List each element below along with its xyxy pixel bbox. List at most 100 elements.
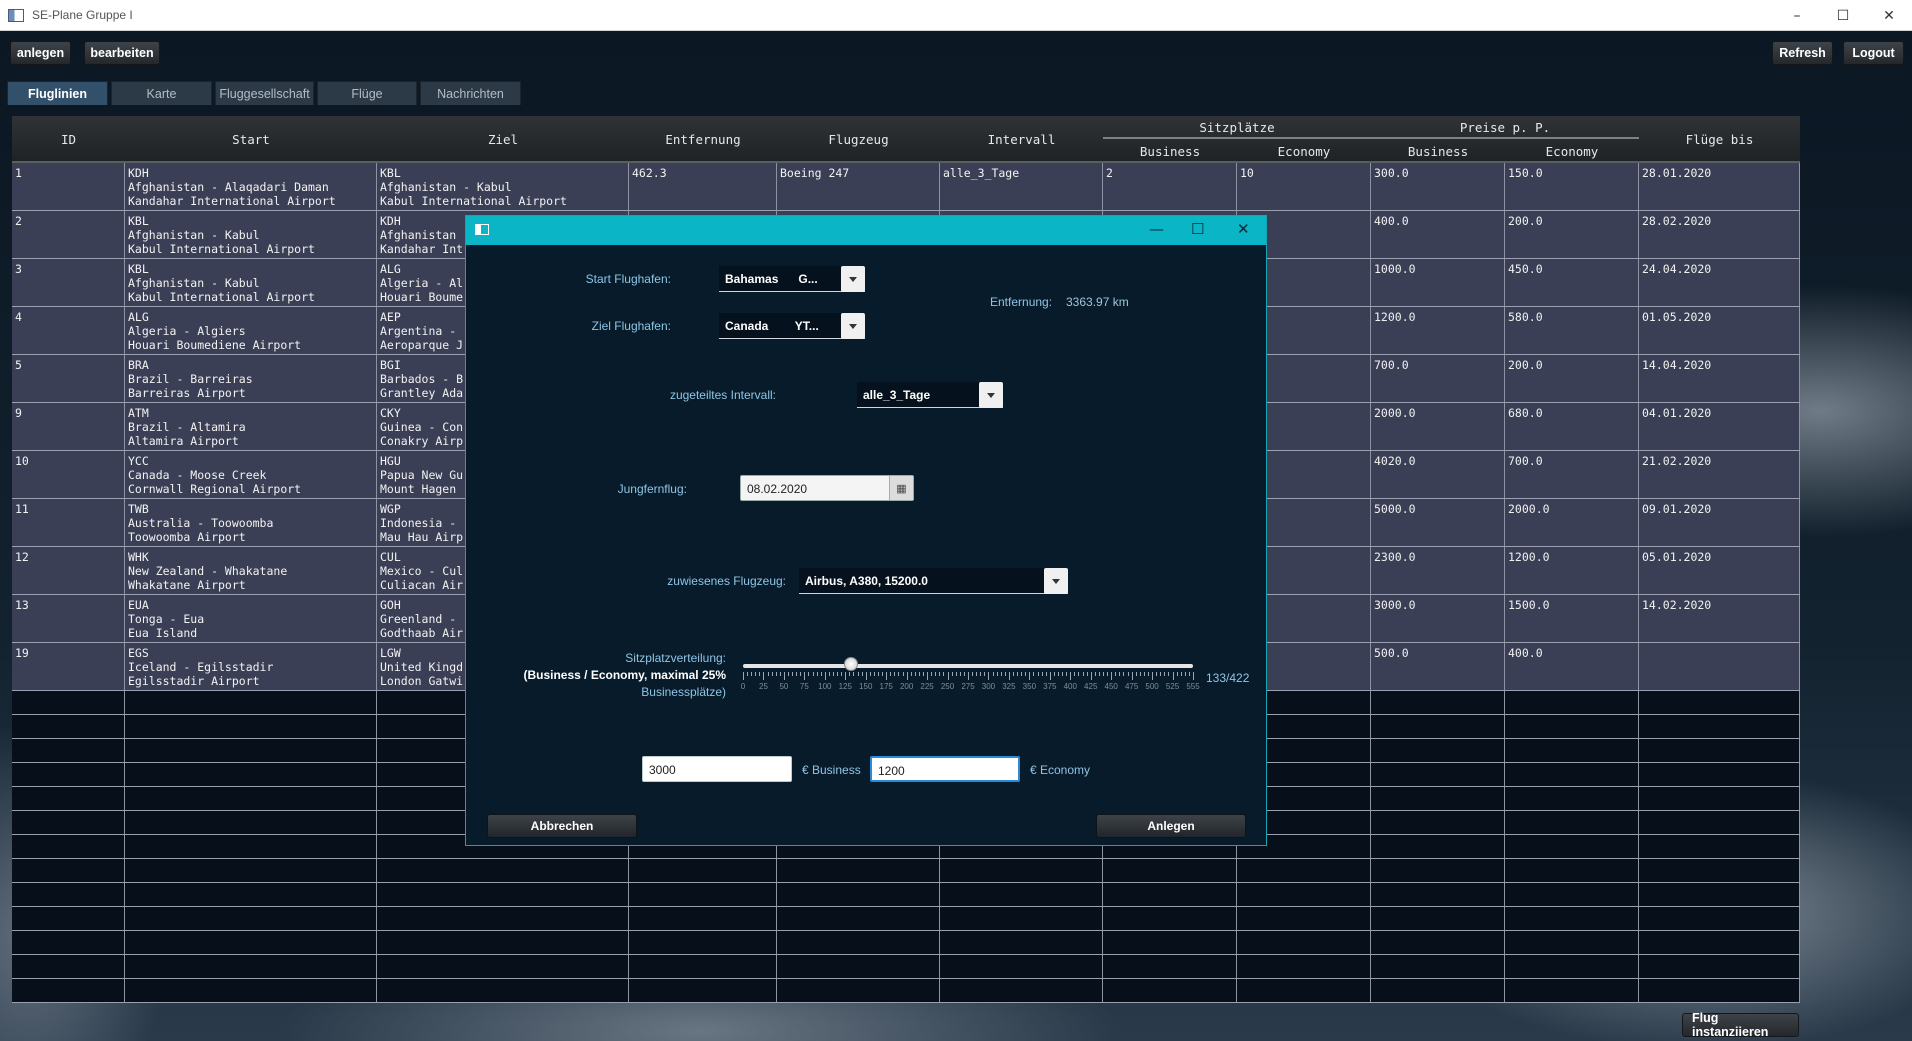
instantiate-flight-button[interactable]: Flug instanziieren bbox=[1682, 1011, 1799, 1039]
start-airport-combo[interactable]: Bahamas G... bbox=[719, 266, 865, 292]
empty-table-row[interactable] bbox=[12, 907, 1800, 931]
col-flugzeug[interactable]: Flugzeug bbox=[777, 132, 940, 147]
empty-cell bbox=[777, 979, 940, 1002]
slider-tick bbox=[1119, 672, 1121, 676]
empty-cell bbox=[1639, 907, 1800, 930]
cell-start: BRA Brazil - Barreiras Barreiras Airport bbox=[125, 355, 377, 402]
tab-fluglinien[interactable]: Fluglinien bbox=[7, 81, 108, 105]
empty-table-row[interactable] bbox=[12, 931, 1800, 955]
slider-tick-label: 450 bbox=[1104, 682, 1118, 691]
chevron-down-icon[interactable] bbox=[979, 382, 1003, 408]
empty-cell bbox=[125, 763, 377, 786]
slider-tick bbox=[1070, 672, 1072, 680]
slider-tick bbox=[947, 672, 949, 680]
cell-price-economy: 450.0 bbox=[1505, 259, 1639, 306]
dialog-minimize-icon[interactable]: — bbox=[1149, 220, 1164, 238]
slider-tick-label: 50 bbox=[779, 682, 789, 691]
empty-cell bbox=[1371, 787, 1505, 810]
col-entfernung[interactable]: Entfernung bbox=[629, 132, 777, 147]
chevron-down-icon[interactable] bbox=[841, 313, 865, 339]
slider-tick-label: 125 bbox=[838, 682, 852, 691]
maiden-flight-datepicker[interactable]: 08.02.2020 ▦ bbox=[740, 475, 914, 501]
logout-button[interactable]: Logout bbox=[1843, 41, 1904, 65]
col-group-preise: Preise p. P. bbox=[1459, 120, 1551, 135]
tab-nachrichten[interactable]: Nachrichten bbox=[420, 81, 521, 105]
slider-tick bbox=[918, 672, 920, 676]
calendar-icon[interactable]: ▦ bbox=[889, 476, 913, 500]
interval-combo[interactable]: alle_3_Tage bbox=[857, 382, 1003, 408]
empty-cell bbox=[777, 931, 940, 954]
col-start[interactable]: Start bbox=[125, 132, 377, 147]
slider-tick bbox=[751, 672, 753, 676]
chevron-down-icon[interactable] bbox=[841, 266, 865, 292]
cell-start: KBL Afghanistan - Kabul Kabul Internatio… bbox=[125, 259, 377, 306]
empty-cell bbox=[1371, 955, 1505, 978]
empty-cell bbox=[125, 811, 377, 834]
tab-karte[interactable]: Karte bbox=[111, 81, 212, 105]
slider-tick bbox=[743, 672, 744, 680]
col-fluege-bis[interactable]: Flüge bis bbox=[1639, 132, 1800, 147]
slider-thumb[interactable] bbox=[844, 657, 858, 671]
empty-table-row[interactable] bbox=[12, 859, 1800, 883]
cell-price-economy: 200.0 bbox=[1505, 355, 1639, 402]
empty-table-row[interactable] bbox=[12, 955, 1800, 979]
slider-tick bbox=[808, 672, 810, 676]
cell-start: TWB Australia - Toowoomba Toowoomba Airp… bbox=[125, 499, 377, 546]
cell-id: 19 bbox=[12, 643, 125, 690]
economy-price-input[interactable]: 1200 bbox=[870, 756, 1020, 782]
empty-table-row[interactable] bbox=[12, 979, 1800, 1003]
tab-fluege[interactable]: Flüge bbox=[317, 81, 417, 105]
slider-tick bbox=[1115, 672, 1117, 676]
slider-tick-label: 175 bbox=[879, 682, 893, 691]
col-id[interactable]: ID bbox=[12, 132, 125, 147]
col-ziel[interactable]: Ziel bbox=[377, 132, 629, 147]
col-seat-economy[interactable]: Economy bbox=[1237, 144, 1371, 159]
chevron-down-icon[interactable] bbox=[1044, 568, 1068, 594]
slider-tick bbox=[1049, 672, 1051, 680]
cell-fluege-bis: 14.02.2020 bbox=[1639, 595, 1800, 642]
cell-id: 13 bbox=[12, 595, 125, 642]
empty-cell bbox=[1505, 979, 1639, 1002]
close-icon[interactable]: ✕ bbox=[1866, 0, 1912, 31]
dialog-maximize-icon[interactable]: ☐ bbox=[1191, 220, 1204, 238]
col-intervall[interactable]: Intervall bbox=[940, 132, 1103, 147]
slider-tick-label: 150 bbox=[859, 682, 873, 691]
empty-cell bbox=[629, 883, 777, 906]
slider-tick bbox=[837, 672, 839, 676]
cell-start: ATM Brazil - Altamira Altamira Airport bbox=[125, 403, 377, 450]
empty-cell bbox=[12, 787, 125, 810]
cell-id: 4 bbox=[12, 307, 125, 354]
refresh-button[interactable]: Refresh bbox=[1772, 41, 1833, 65]
distance-value: 3363.97 km bbox=[1066, 295, 1129, 309]
empty-cell bbox=[1639, 811, 1800, 834]
maximize-icon[interactable]: ☐ bbox=[1820, 0, 1866, 31]
dest-airport-combo[interactable]: Canada YT... bbox=[719, 313, 865, 339]
minimize-icon[interactable]: – bbox=[1774, 0, 1820, 31]
cell-id: 10 bbox=[12, 451, 125, 498]
slider-tick bbox=[792, 672, 794, 676]
empty-cell bbox=[1371, 811, 1505, 834]
cell-start: KBL Afghanistan - Kabul Kabul Internatio… bbox=[125, 211, 377, 258]
slider-tick bbox=[1164, 672, 1166, 676]
cancel-button[interactable]: Abbrechen bbox=[487, 814, 637, 838]
aircraft-combo[interactable]: Airbus, A380, 15200.0 bbox=[799, 568, 1068, 594]
dialog-close-icon[interactable]: ✕ bbox=[1237, 220, 1250, 238]
header-divider bbox=[1371, 137, 1639, 139]
col-seat-business[interactable]: Business bbox=[1103, 144, 1237, 159]
empty-cell bbox=[1103, 955, 1237, 978]
business-price-value: 3000 bbox=[649, 763, 676, 777]
col-price-economy[interactable]: Economy bbox=[1505, 144, 1639, 159]
empty-cell bbox=[629, 907, 777, 930]
empty-table-row[interactable] bbox=[12, 883, 1800, 907]
col-price-business[interactable]: Business bbox=[1371, 144, 1505, 159]
tab-fluggesellschaft[interactable]: Fluggesellschaft bbox=[215, 81, 314, 105]
slider-tick bbox=[1062, 672, 1064, 676]
create-button[interactable]: anlegen bbox=[10, 41, 71, 65]
table-row[interactable]: 1 KDH Afghanistan - Alaqadari Daman Kanda… bbox=[12, 163, 1800, 211]
create-route-button[interactable]: Anlegen bbox=[1096, 814, 1246, 838]
seat-distribution-slider[interactable] bbox=[743, 664, 1193, 668]
cell-id: 1 bbox=[12, 163, 125, 210]
business-price-input[interactable]: 3000 bbox=[642, 756, 792, 782]
edit-button[interactable]: bearbeiten bbox=[84, 41, 160, 65]
cell-start: EUA Tonga - Eua Eua Island bbox=[125, 595, 377, 642]
